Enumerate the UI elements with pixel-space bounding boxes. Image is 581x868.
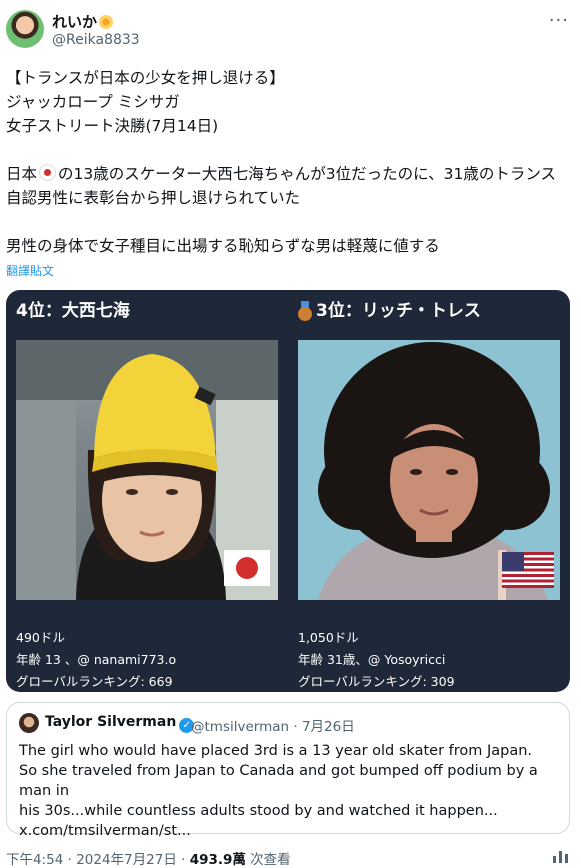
author-avatar[interactable] <box>6 10 44 48</box>
global-ranking: グローバルランキング: 669 <box>16 674 173 689</box>
quoted-line: his 30s...while countless adults stood b… <box>19 803 498 819</box>
author-name[interactable]: れいか <box>52 11 114 32</box>
quoted-link[interactable]: x.com/tmsilverman/st... <box>19 821 559 841</box>
tweet-line: 女子ストリート決勝(7月14日) <box>6 117 219 135</box>
quoted-author-name-text: Taylor Silverman <box>45 714 177 730</box>
tweet-paragraph: 男性の身体で女子種目に出場する恥知らずな男は軽蔑に値する <box>6 237 440 255</box>
age-handle: 年齢 13 、@ nanami773.o <box>16 652 177 667</box>
age-handle: 年齢 31歳、@ Yosoyricci <box>298 652 446 667</box>
skater-photo <box>16 340 278 600</box>
panel-title: 4位：大西七海 <box>16 301 130 321</box>
tweet-text-segment: の13歳のスケーター大西七海ちゃんが3位だったのに、31歳のトランス自認男性に表… <box>6 165 557 207</box>
more-options-icon[interactable]: ··· <box>549 10 569 31</box>
quoted-author-name: Taylor Silverman ✓ <box>45 714 195 733</box>
translate-post-link[interactable]: 翻譯貼文 <box>6 262 54 279</box>
media-image[interactable]: 4位：大西七海 490ドル 年齢 13 、@ nanami773.o グローバル <box>6 290 570 692</box>
tweet-body: 【トランスが日本の少女を押し退ける】 ジャッカロープ ミシサガ 女子ストリート決… <box>6 66 571 258</box>
panel-title: 3位：リッチ・トレス <box>298 296 481 321</box>
quoted-line: So she traveled from Japan to Canada and… <box>19 763 538 799</box>
tweet-paragraph: 日本 の13歳のスケーター大西七海ちゃんが3位だったのに、31歳のトランス自認男性… <box>6 162 571 210</box>
quoted-tweet-text: The girl who would have placed 3rd is a … <box>19 741 559 841</box>
prize-amount: 490ドル <box>16 630 65 645</box>
card-panel-right: 3位：リッチ・トレス 1,050ドル 年齢 31歳、@ Yosoyricci グ… <box>288 290 570 692</box>
bronze-medal-icon <box>298 301 312 321</box>
japan-flag-emoji-icon <box>39 164 57 181</box>
tweet-line: ジャッカロープ ミシサガ <box>6 93 180 111</box>
tweet-metadata: 下午4:54 · 2024年7月27日 · 493.9萬 次查看 <box>6 848 291 868</box>
quoted-line: The girl who would have placed 3rd is a … <box>19 743 533 759</box>
panel-title-text: 3位：リッチ・トレス <box>316 301 481 321</box>
author-handle[interactable]: @Reika8833 <box>52 32 140 48</box>
card-panel-left: 4位：大西七海 490ドル 年齢 13 、@ nanami773.o グローバル <box>6 290 288 692</box>
tweet-text-segment: 日本 <box>6 165 38 183</box>
japan-flag-icon <box>224 550 270 586</box>
quoted-tweet[interactable]: Taylor Silverman ✓ @tmsilverman · 7月26日 T… <box>6 702 570 839</box>
quoted-handle-date: @tmsilverman · 7月26日 <box>191 719 355 735</box>
usa-flag-icon <box>502 552 554 588</box>
author-display-name[interactable]: れいか <box>52 13 97 31</box>
analytics-icon[interactable] <box>551 848 571 864</box>
prize-amount: 1,050ドル <box>298 630 359 645</box>
skater-photo <box>298 340 560 600</box>
sunflower-emoji-icon <box>99 15 114 29</box>
tweet-line: 【トランスが日本の少女を押し退ける】 <box>6 69 285 87</box>
global-ranking: グローバルランキング: 309 <box>298 674 455 689</box>
tweet-header: れいか @Reika8833 ··· <box>0 0 581 60</box>
quoted-author-avatar <box>19 713 39 733</box>
